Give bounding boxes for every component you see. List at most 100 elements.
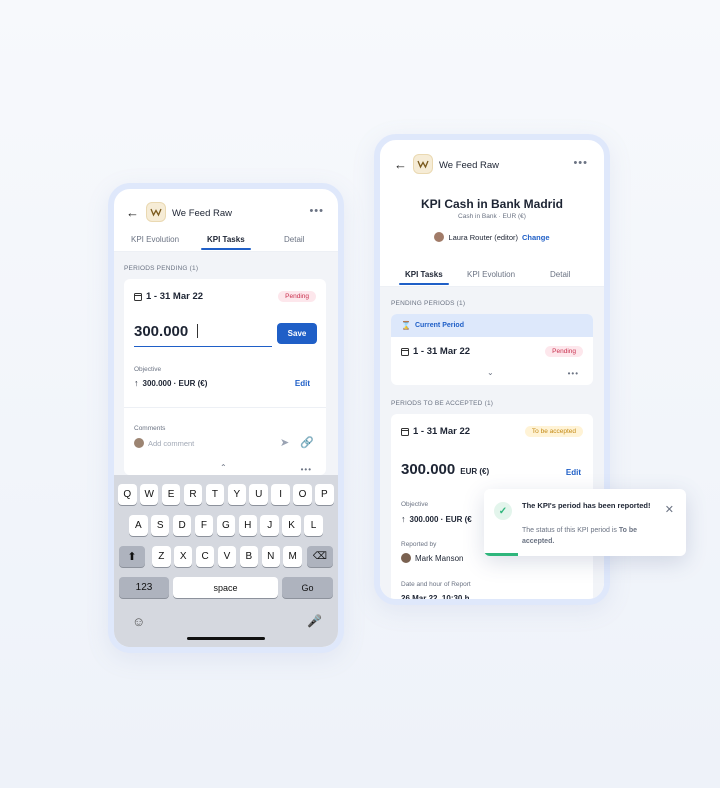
current-period-bar: ⌛ Current Period: [391, 314, 593, 337]
toast-progress: [484, 553, 518, 556]
key-e[interactable]: E: [161, 484, 181, 505]
save-button[interactable]: Save: [277, 323, 317, 344]
key-a[interactable]: A: [129, 515, 148, 536]
change-owner-link[interactable]: Change: [522, 233, 550, 242]
crown-logo-icon: [150, 208, 162, 217]
edit-link[interactable]: Edit: [295, 379, 310, 388]
left-header: ← We Feed Raw •••: [114, 197, 338, 227]
shift-key[interactable]: ⬆: [119, 546, 145, 567]
key-x[interactable]: X: [173, 546, 193, 567]
comment-input[interactable]: Add comment: [148, 439, 194, 448]
phone-left: ← We Feed Raw ••• KPI Evolution KPI Task…: [108, 183, 344, 653]
app-title: We Feed Raw: [439, 160, 500, 171]
key-h[interactable]: H: [238, 515, 258, 536]
key-o[interactable]: O: [293, 484, 312, 505]
success-toast: ✓ The KPI's period has been reported! Th…: [484, 489, 686, 556]
toast-check-circle: ✓: [494, 502, 512, 520]
key-v[interactable]: V: [217, 546, 237, 567]
key-n[interactable]: N: [261, 546, 281, 567]
backspace-icon: ⌫: [312, 551, 328, 562]
key-j[interactable]: J: [260, 515, 279, 536]
text-cursor: [196, 324, 198, 338]
key-y[interactable]: Y: [227, 484, 247, 505]
key-k[interactable]: K: [282, 515, 301, 536]
pending-period-card: ⌛ Current Period 1 - 31 Mar 22 Pending ⌄…: [391, 314, 593, 385]
kpi-subtitle: Cash in Bank · EUR (€): [458, 213, 526, 220]
key-i[interactable]: I: [271, 484, 290, 505]
space-key[interactable]: space: [173, 577, 278, 598]
key-b[interactable]: B: [239, 546, 259, 567]
objective-value-text: 300.000 · EUR (€): [142, 378, 208, 388]
shift-icon: ⬆: [127, 551, 137, 563]
pending-status-badge: Pending: [545, 346, 583, 357]
emoji-icon[interactable]: ☺: [132, 614, 145, 629]
current-period-label: Current Period: [414, 322, 464, 329]
objective-label: Objective: [134, 366, 162, 373]
chevron-down-icon[interactable]: ⌄: [487, 368, 494, 377]
key-q[interactable]: Q: [118, 484, 137, 505]
key-l[interactable]: L: [304, 515, 323, 536]
edit-link[interactable]: Edit: [566, 468, 581, 477]
key-t[interactable]: T: [205, 484, 225, 505]
key-u[interactable]: U: [249, 484, 268, 505]
key-w[interactable]: W: [139, 484, 159, 505]
tab-kpi-evolution[interactable]: KPI Evolution: [131, 235, 179, 244]
back-arrow-icon[interactable]: ←: [126, 205, 139, 220]
more-card-icon[interactable]: •••: [568, 369, 579, 378]
accepted-period-date-text: 1 - 31 Mar 22: [413, 426, 471, 437]
kpi-title: KPI Cash in Bank Madrid: [420, 197, 564, 211]
tab-kpi-tasks[interactable]: KPI Tasks: [201, 235, 251, 250]
reported-value-number: 300.000: [401, 461, 456, 478]
key-p[interactable]: P: [315, 484, 334, 505]
key-d[interactable]: D: [172, 515, 192, 536]
key-r[interactable]: R: [183, 484, 203, 505]
tab-kpi-tasks[interactable]: KPI Tasks: [399, 270, 449, 285]
key-s[interactable]: S: [150, 515, 170, 536]
key-m[interactable]: M: [283, 546, 302, 567]
microphone-icon[interactable]: 🎤: [307, 614, 322, 628]
home-indicator: [187, 637, 265, 640]
objective-value: ↑ 300.000 · EUR (€: [401, 514, 472, 524]
numbers-key[interactable]: 123: [119, 577, 169, 598]
owner-name: Laura Router: [448, 232, 493, 242]
accepted-period-date: 1 - 31 Mar 22: [401, 426, 470, 437]
comments-label: Comments: [134, 425, 166, 432]
tab-detail[interactable]: Detail: [284, 235, 304, 244]
backspace-key[interactable]: ⌫: [307, 546, 333, 567]
tab-kpi-evolution[interactable]: KPI Evolution: [467, 270, 515, 279]
owner-role: (editor): [494, 232, 519, 242]
key-c[interactable]: C: [195, 546, 215, 567]
back-arrow-icon[interactable]: ←: [394, 157, 407, 172]
key-g[interactable]: G: [216, 515, 236, 536]
chevron-up-icon[interactable]: ⌃: [220, 463, 227, 472]
periods-pending-label: PERIODS PENDING (1): [124, 265, 199, 272]
crown-logo-icon: [417, 160, 429, 169]
periods-to-accept-label: PERIODS TO BE ACCEPTED (1): [391, 400, 494, 407]
key-f[interactable]: F: [194, 515, 214, 536]
close-icon[interactable]: ✕: [665, 503, 674, 516]
send-icon[interactable]: ➤: [280, 436, 289, 449]
go-key[interactable]: Go: [282, 577, 333, 598]
pending-periods-label: PENDING PERIODS (1): [391, 300, 466, 307]
period-card: 1 - 31 Mar 22 Pending 300.000 Save Objec…: [124, 279, 326, 475]
more-card-icon[interactable]: •••: [301, 465, 312, 474]
objective-value-text: 300.000 · EUR (€: [409, 514, 472, 524]
more-options-icon[interactable]: •••: [309, 205, 324, 217]
link-icon[interactable]: 🔗: [300, 436, 314, 449]
reported-value-unit: EUR (€): [460, 467, 490, 476]
more-options-icon[interactable]: •••: [573, 157, 588, 169]
app-logo: [413, 154, 433, 174]
numbers-key-label: 123: [135, 582, 153, 593]
tab-detail[interactable]: Detail: [550, 270, 570, 279]
keyboard: QWERTYUIOP ASDFGHJKL ZXCVBNM ⬆ ⌫ 123 spa…: [114, 475, 338, 647]
value-input-text: 300.000: [134, 323, 189, 340]
go-key-label: Go: [301, 582, 314, 593]
status-badge: Pending: [278, 291, 316, 302]
toast-title: The KPI's period has been reported!: [522, 501, 651, 510]
key-z[interactable]: Z: [152, 546, 171, 567]
report-date-value: 26 Mar 22, 10:30 h: [401, 594, 470, 603]
reported-value: 300.000 EUR (€): [401, 461, 489, 478]
calendar-icon: [134, 292, 142, 301]
value-input[interactable]: 300.000: [134, 323, 272, 347]
reported-by: Mark Manson: [401, 553, 463, 563]
